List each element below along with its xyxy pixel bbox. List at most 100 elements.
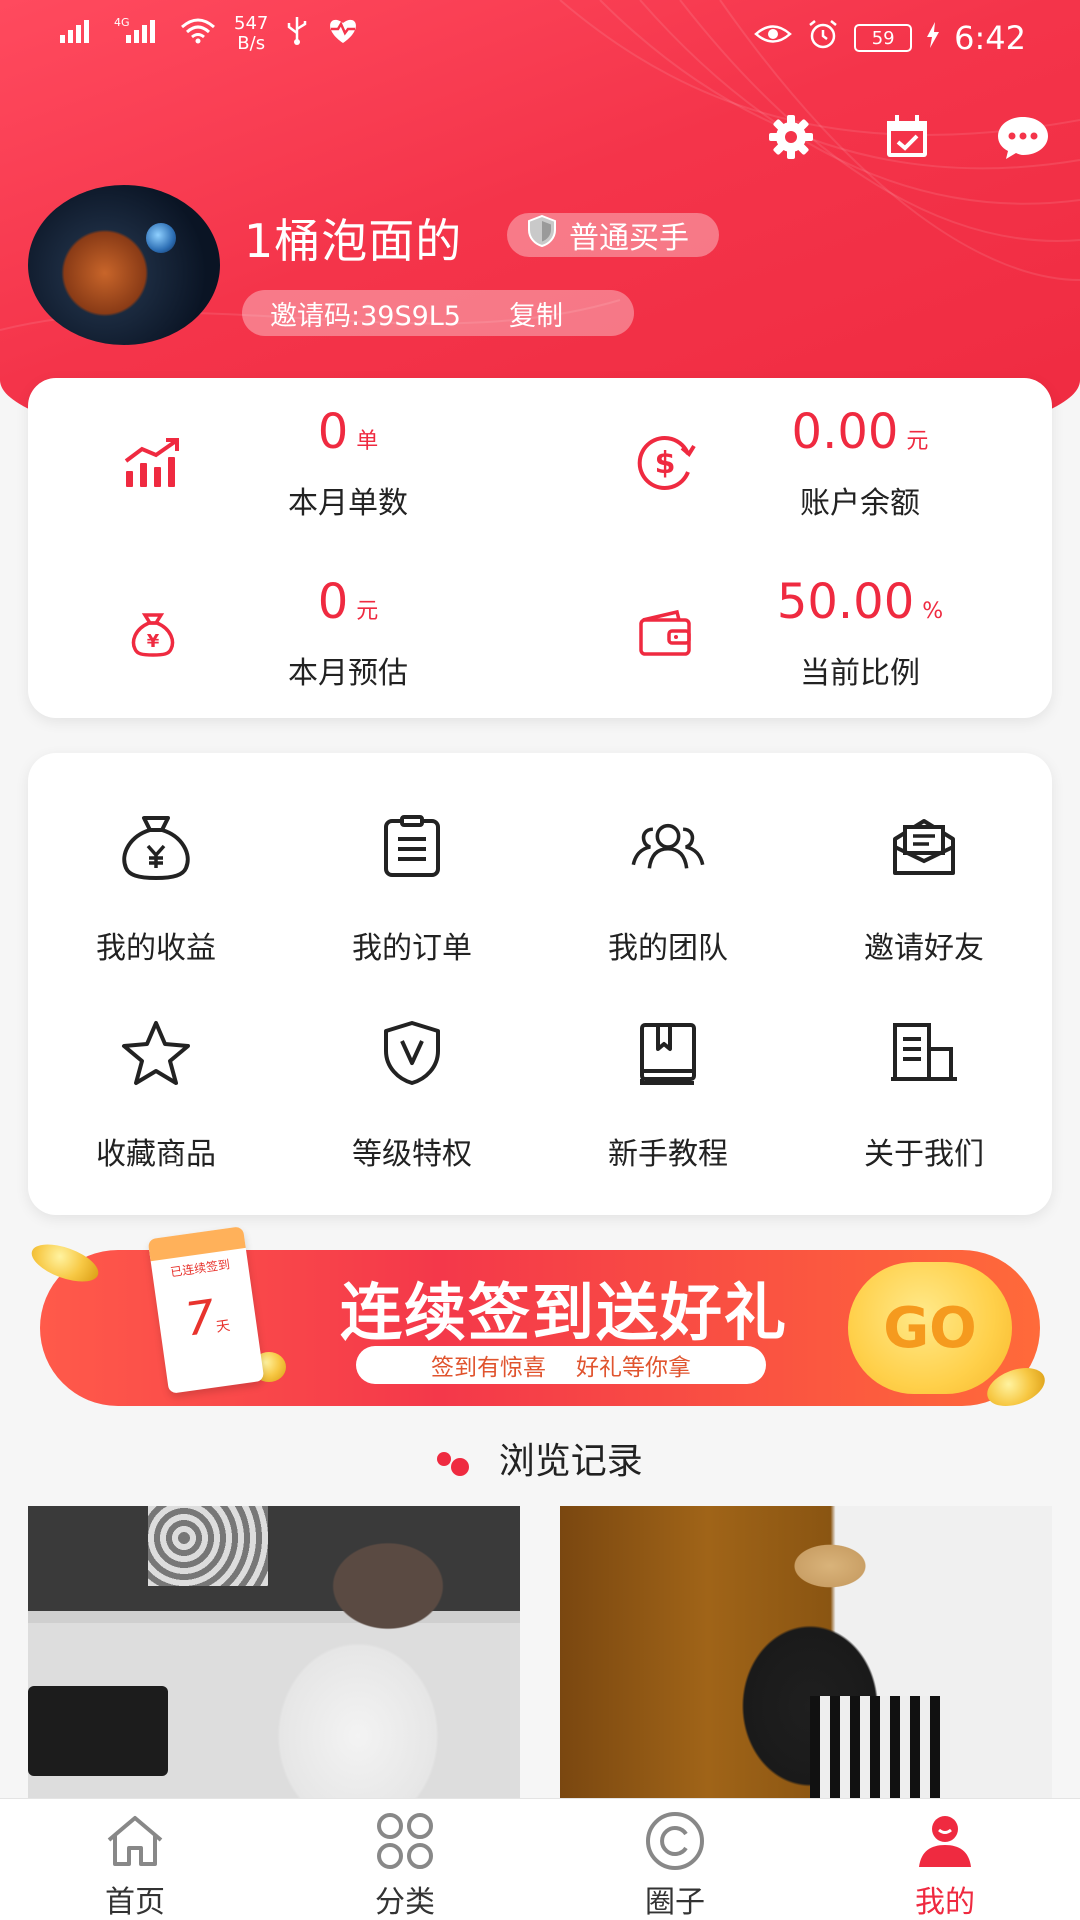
net-speed: 547 B/s [234, 14, 268, 54]
home-icon [103, 1809, 167, 1873]
menu-label: 等级特权 [352, 1137, 472, 1172]
banner-subtitle: 签到有惊喜 好礼等你拿 [356, 1346, 766, 1384]
charging-icon [926, 21, 940, 56]
bottom-nav: 首页 分类 圈子 我的 [0, 1798, 1080, 1920]
signal-4g-icon: 4G [114, 15, 162, 53]
wallet-icon [632, 600, 698, 666]
menu-item-earnings[interactable]: 我的收益 [28, 753, 284, 966]
user-icon [913, 1809, 977, 1873]
stats-card: 0单 本月单数 $ 0.00 元 账户余额 ¥ 0 元 本月预估 50.00 %… [28, 378, 1052, 718]
signal-icon [58, 15, 98, 53]
menu-label: 新手教程 [608, 1137, 728, 1172]
battery-indicator: 59 [854, 24, 913, 52]
invite-code-pill: 邀请码:39S9L5 复制 [242, 290, 634, 336]
menu-item-favorites[interactable]: 收藏商品 [28, 959, 284, 1172]
calendar-caption: 已连续签到 [169, 1256, 231, 1279]
history-item-photo[interactable] [560, 1506, 1052, 1798]
circle-icon [643, 1809, 707, 1873]
svg-text:¥: ¥ [147, 631, 160, 652]
history-section-title: 浏览记录 [0, 1432, 1080, 1484]
wifi-icon [178, 15, 218, 53]
money-bag-icon [116, 807, 196, 887]
menu-label: 关于我们 [864, 1137, 984, 1172]
dollar-coin-icon: $ [632, 430, 698, 496]
category-icon [373, 1809, 437, 1873]
menu-item-level-privileges[interactable]: 等级特权 [284, 959, 540, 1172]
svg-text:$: $ [655, 446, 676, 481]
book-icon [628, 1013, 708, 1093]
go-button[interactable]: GO [848, 1262, 1012, 1394]
stat-label: 本月预估 [288, 656, 408, 691]
stat-current-ratio[interactable]: 50.00% 当前比例 [540, 548, 1052, 718]
top-actions [764, 110, 1050, 164]
stat-value: 50.00 [776, 574, 915, 630]
alarm-icon [806, 18, 840, 58]
building-icon [884, 1013, 964, 1093]
stat-value-wrap: 0单 [198, 404, 498, 460]
copy-invite-button[interactable]: 复制 [509, 294, 563, 333]
money-bag-icon: ¥ [120, 600, 186, 666]
clock: 6:42 [954, 19, 1026, 57]
dots-icon [437, 1448, 473, 1478]
menu-item-about-us[interactable]: 关于我们 [796, 959, 1052, 1172]
stat-unit: % [922, 599, 944, 624]
history-item-photo[interactable] [28, 1506, 520, 1798]
nav-item-mine[interactable]: 我的 [810, 1799, 1080, 1920]
stat-value: 0 [317, 574, 349, 630]
nav-label: 我的 [915, 1885, 975, 1920]
calendar-day-unit: 天 [215, 1317, 232, 1336]
trend-chart-icon [120, 430, 186, 496]
message-bubble-icon[interactable] [996, 110, 1050, 164]
banner-subtitle-right: 好礼等你拿 [576, 1355, 691, 1381]
checkin-banner[interactable]: 已连续签到 7天 连续签到送好礼 签到有惊喜 好礼等你拿 GO [26, 1226, 1051, 1414]
stat-unit: 元 [356, 599, 379, 624]
menu-item-invite-friends[interactable]: 邀请好友 [796, 753, 1052, 966]
stat-monthly-orders[interactable]: 0单 本月单数 [28, 378, 540, 548]
net-speed-unit: B/s [237, 33, 266, 54]
history-title-text: 浏览记录 [498, 1441, 643, 1482]
stat-unit: 元 [906, 429, 929, 454]
calendar-day-number: 7 [181, 1289, 219, 1347]
username: 1桶泡面的 [244, 214, 463, 268]
team-icon [628, 807, 708, 887]
menu-item-orders[interactable]: 我的订单 [284, 753, 540, 966]
menu-card: 我的收益 我的订单 我的团队 邀请好友 收藏商品 等级特权 新手教程 关于我们 [28, 753, 1052, 1215]
stat-value: 0 [317, 404, 349, 460]
menu-label: 收藏商品 [96, 1137, 216, 1172]
svg-text:4G: 4G [114, 16, 130, 29]
envelope-icon [884, 807, 964, 887]
stat-label: 当前比例 [800, 656, 920, 691]
nav-item-category[interactable]: 分类 [270, 1799, 540, 1920]
clipboard-icon [372, 807, 452, 887]
stat-value-wrap: 50.00% [710, 574, 1010, 630]
stat-label: 本月单数 [288, 486, 408, 521]
net-speed-value: 547 [234, 13, 269, 34]
menu-item-team[interactable]: 我的团队 [540, 753, 796, 966]
heart-rate-icon [326, 15, 360, 53]
level-badge[interactable]: 普通买手 [507, 213, 719, 257]
star-icon [116, 1013, 196, 1093]
settings-gear-icon[interactable] [764, 110, 818, 164]
nav-item-home[interactable]: 首页 [0, 1799, 270, 1920]
nav-item-circle[interactable]: 圈子 [540, 1799, 810, 1920]
invite-code: 邀请码:39S9L5 [270, 300, 461, 332]
level-label: 普通买手 [569, 221, 689, 256]
banner-subtitle-left: 签到有惊喜 [431, 1355, 546, 1381]
profile-page: 4G 547 B/s 59 6:42 1桶泡面的 普通买手 邀请码:39S9L5… [0, 0, 1080, 1920]
avatar[interactable] [28, 185, 220, 345]
stat-value: 0.00 [791, 404, 899, 460]
eye-icon [754, 19, 793, 57]
menu-item-tutorial[interactable]: 新手教程 [540, 959, 796, 1172]
gold-coin-decoration [26, 1236, 104, 1290]
nav-label: 分类 [375, 1885, 435, 1920]
calendar-check-icon[interactable] [880, 110, 934, 164]
usb-icon [284, 15, 310, 53]
shield-badge-icon [527, 214, 557, 255]
status-bar: 4G 547 B/s 59 6:42 [0, 0, 1080, 80]
stat-label: 账户余额 [800, 486, 920, 521]
stat-account-balance[interactable]: $ 0.00 元 账户余额 [540, 378, 1052, 548]
stat-value-wrap: 0.00 元 [710, 404, 1010, 460]
stat-value-wrap: 0元 [198, 574, 498, 630]
stat-monthly-estimate[interactable]: ¥ 0元 本月预估 [28, 548, 540, 718]
checkin-calendar: 已连续签到 7天 [147, 1226, 265, 1394]
